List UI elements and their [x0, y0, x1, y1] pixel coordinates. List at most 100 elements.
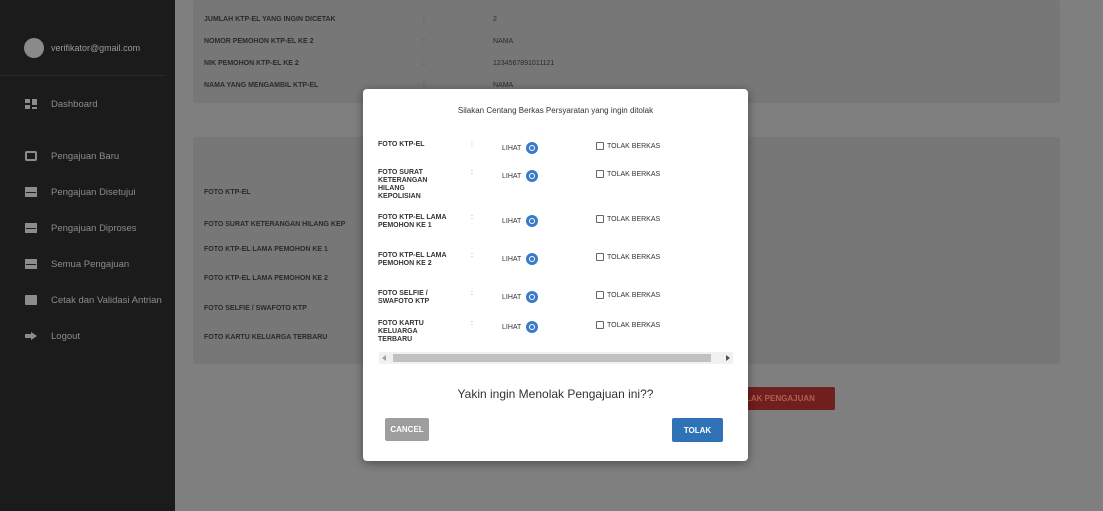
sidebar-item-label: Dashboard [51, 98, 98, 110]
reject-document-checkbox[interactable]: TOLAK BERKAS [596, 321, 660, 329]
checkbox[interactable] [596, 253, 604, 261]
reject-submit-button[interactable]: TOLAK [672, 418, 723, 442]
detail-label: NOMOR PEMOHON KTP-EL KE 2 [204, 38, 314, 45]
sidebar-item-label: Pengajuan Diproses [51, 222, 137, 234]
view-document-link[interactable]: LIHAT [502, 291, 539, 303]
doc-row-label: FOTO KTP-EL LAMA PEMOHON KE 1 [204, 246, 328, 253]
document-label: FOTO SURAT KETERANGAN HILANG KEPOLISIAN [378, 169, 428, 200]
doc-row-label: FOTO KARTU KELUARGA TERBARU [204, 334, 328, 341]
scroll-left-arrow-icon[interactable] [382, 355, 386, 361]
sidebar-item-cetak-validasi[interactable]: Cetak dan Validasi Antrian [0, 282, 175, 318]
document-colon: : [471, 141, 473, 148]
view-document-link[interactable]: LIHAT [502, 170, 539, 182]
sidebar-item-pengajuan-disetujui[interactable]: Pengajuan Disetujui [0, 174, 175, 210]
reject-application-button[interactable]: LAK PENGAJUAN [740, 387, 835, 410]
doc-row-label: FOTO KTP-EL [204, 189, 251, 196]
sidebar-item-label: Pengajuan Baru [51, 150, 120, 162]
document-label: FOTO KTP-EL LAMA PEMOHON KE 2 [378, 252, 447, 267]
document-colon: : [471, 290, 473, 297]
sidebar-item-label: Semua Pengajuan [51, 258, 130, 270]
document-colon: : [471, 214, 473, 221]
list-item: FOTO KTP-EL LAMA PEMOHON KE 1 : LIHAT TO… [363, 214, 748, 254]
mail-icon [25, 223, 37, 233]
logout-icon [25, 332, 37, 340]
sidebar-item-label: Pengajuan Disetujui [51, 186, 136, 198]
document-colon: : [471, 252, 473, 259]
document-colon: : [471, 320, 473, 327]
sidebar-item-semua-pengajuan[interactable]: Semua Pengajuan [0, 246, 175, 282]
doc-row-label: FOTO SURAT KETERANGAN HILANG KEP [204, 221, 346, 228]
avatar [24, 37, 44, 58]
checkbox[interactable] [596, 215, 604, 223]
doc-row-label: FOTO KTP-EL LAMA PEMOHON KE 2 [204, 275, 328, 282]
user-info: verifikator@gmail.com [0, 20, 165, 76]
detail-colon: : [423, 60, 425, 67]
doc-row-label: FOTO SELFIE / SWAFOTO KTP [204, 305, 307, 312]
view-label: LIHAT [502, 323, 522, 331]
print-icon [25, 295, 37, 305]
document-label: FOTO KTP-EL LAMA PEMOHON KE 1 [378, 214, 447, 229]
scroll-right-arrow-icon[interactable] [726, 355, 730, 361]
sidebar-item-logout[interactable]: Logout [0, 318, 175, 354]
reject-modal: Silakan Centang Berkas Persyaratan yang … [363, 89, 748, 461]
eye-icon [526, 170, 539, 182]
checkbox[interactable] [596, 142, 604, 150]
document-label: FOTO SELFIE / SWAFOTO KTP [378, 290, 430, 305]
user-email: verifikator@gmail.com [51, 42, 141, 53]
list-item: FOTO KARTU KELUARGA TERBARU : LIHAT TOLA… [363, 320, 748, 343]
detail-value: 1234567891011121 [493, 60, 555, 67]
detail-label: NIK PEMOHON KTP-EL KE 2 [204, 60, 299, 67]
view-document-link[interactable]: LIHAT [502, 215, 539, 227]
modal-title: Silakan Centang Berkas Persyaratan yang … [457, 106, 654, 115]
sidebar-item-pengajuan-baru[interactable]: Pengajuan Baru [0, 138, 175, 174]
confirm-message: Yakin ingin Menolak Pengajuan ini?? [457, 387, 654, 401]
eye-icon [526, 321, 539, 333]
cancel-button[interactable]: CANCEL [385, 418, 429, 441]
document-colon: : [471, 169, 473, 176]
view-label: LIHAT [502, 172, 522, 180]
square-icon [25, 151, 37, 161]
sidebar-item-label: Cetak dan Validasi Antrian [51, 294, 162, 306]
view-document-link[interactable]: LIHAT [502, 142, 539, 154]
reject-label: TOLAK BERKAS [607, 253, 661, 261]
list-item: FOTO SURAT KETERANGAN HILANG KEPOLISIAN … [363, 169, 748, 209]
view-label: LIHAT [502, 217, 522, 225]
list-item: FOTO KTP-EL LAMA PEMOHON KE 2 : LIHAT TO… [363, 252, 748, 292]
view-label: LIHAT [502, 144, 522, 152]
scrollbar-thumb[interactable] [393, 354, 711, 362]
detail-colon: : [423, 82, 425, 89]
sidebar-item-pengajuan-diproses[interactable]: Pengajuan Diproses [0, 210, 175, 246]
detail-colon: : [423, 16, 425, 23]
view-document-link[interactable]: LIHAT [502, 253, 539, 265]
document-label: FOTO KTP-EL [378, 141, 425, 148]
checkbox[interactable] [596, 321, 604, 329]
sidebar-item-label: Logout [51, 330, 81, 342]
eye-icon [526, 253, 539, 265]
horizontal-scrollbar[interactable] [379, 352, 733, 364]
dashboard-icon [25, 99, 37, 109]
reject-document-checkbox[interactable]: TOLAK BERKAS [596, 170, 660, 178]
sidebar: verifikator@gmail.com Dashboard Pengajua… [0, 0, 175, 511]
document-list[interactable]: FOTO KTP-EL : LIHAT TOLAK BERKAS FOTO SU… [363, 131, 748, 343]
detail-value: NAMA [493, 82, 514, 89]
reject-document-checkbox[interactable]: TOLAK BERKAS [596, 142, 660, 150]
checkbox[interactable] [596, 170, 604, 178]
eye-icon [526, 291, 539, 303]
view-document-link[interactable]: LIHAT [502, 321, 539, 333]
checkbox[interactable] [596, 291, 604, 299]
view-label: LIHAT [502, 293, 522, 301]
reject-label: TOLAK BERKAS [607, 321, 661, 329]
reject-label: TOLAK BERKAS [607, 170, 661, 178]
reject-document-checkbox[interactable]: TOLAK BERKAS [596, 253, 660, 261]
reject-document-checkbox[interactable]: TOLAK BERKAS [596, 215, 660, 223]
reject-label: TOLAK BERKAS [607, 215, 661, 223]
detail-value: NAMA [493, 38, 514, 45]
sidebar-item-dashboard[interactable]: Dashboard [0, 86, 175, 122]
reject-label: TOLAK BERKAS [607, 291, 661, 299]
reject-label: TOLAK BERKAS [607, 142, 661, 150]
eye-icon [526, 142, 539, 154]
detail-label: JUMLAH KTP-EL YANG INGIN DICETAK [204, 16, 336, 23]
detail-colon: : [423, 38, 425, 45]
mail-icon [25, 187, 37, 197]
reject-document-checkbox[interactable]: TOLAK BERKAS [596, 291, 660, 299]
